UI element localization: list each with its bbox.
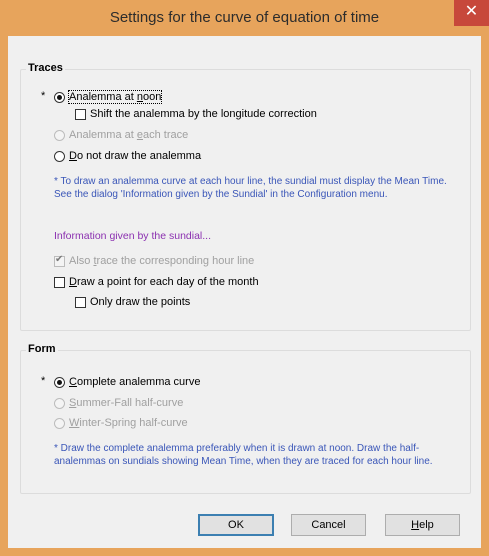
radio-analemma-each-trace[interactable]: Analemma at each trace	[54, 129, 188, 141]
radio-complete-curve[interactable]: Complete analemma curve	[54, 376, 200, 388]
dialog-client-area: Traces * Analemma at noon Shift the anal…	[8, 36, 481, 548]
radio-label: Summer-Fall half-curve	[69, 397, 184, 409]
radio-label: Do not draw the analemma	[69, 150, 202, 162]
close-icon: ✕	[464, 3, 479, 20]
radio-button[interactable]	[54, 150, 65, 162]
help-button[interactable]: Help	[385, 514, 460, 536]
radio-label: Analemma at noon	[67, 90, 163, 104]
radio-button[interactable]	[54, 376, 65, 388]
checkbox-label: Also trace the corresponding hour line	[69, 255, 255, 267]
close-button[interactable]: ✕	[454, 0, 489, 26]
window-title: Settings for the curve of equation of ti…	[109, 9, 380, 26]
checkbox-box[interactable]	[75, 108, 86, 120]
cancel-button[interactable]: Cancel	[291, 514, 366, 536]
checkbox-label: Draw a point for each day of the month	[69, 276, 259, 288]
default-marker: *	[41, 375, 46, 387]
checkbox-draw-point[interactable]: Draw a point for each day of the month	[54, 276, 259, 288]
title-bar[interactable]: Settings for the curve of equation of ti…	[0, 0, 489, 36]
radio-button[interactable]	[54, 129, 65, 141]
radio-winter-spring[interactable]: Winter-Spring half-curve	[54, 417, 188, 429]
traces-legend: Traces	[26, 62, 65, 74]
checkbox-label: Only draw the points	[90, 296, 191, 308]
checkbox-also-trace[interactable]: Also trace the corresponding hour line	[54, 254, 255, 267]
radio-analemma-noon[interactable]: Analemma at noon	[54, 90, 163, 104]
checkbox-shift-longitude[interactable]: Shift the analemma by the longitude corr…	[75, 108, 317, 120]
form-legend: Form	[26, 343, 58, 355]
checkbox-box[interactable]	[75, 296, 86, 308]
radio-button[interactable]	[54, 91, 65, 103]
radio-button[interactable]	[54, 417, 65, 429]
radio-label: Complete analemma curve	[69, 376, 201, 388]
information-sundial-link[interactable]: Information given by the sundial...	[54, 230, 211, 242]
ok-button[interactable]: OK	[198, 514, 274, 536]
radio-label: Analemma at each trace	[69, 129, 189, 141]
radio-label: Winter-Spring half-curve	[69, 417, 188, 429]
checkbox-label: Shift the analemma by the longitude corr…	[90, 108, 317, 120]
form-note: * Draw the complete analemma preferably …	[54, 443, 433, 467]
radio-summer-fall[interactable]: Summer-Fall half-curve	[54, 397, 183, 409]
checkbox-box[interactable]	[54, 276, 65, 288]
traces-note: * To draw an analemma curve at each hour…	[54, 176, 447, 200]
checkbox-only-points[interactable]: Only draw the points	[75, 296, 190, 308]
radio-do-not-draw[interactable]: Do not draw the analemma	[54, 150, 201, 162]
dialog-window: Settings for the curve of equation of ti…	[0, 0, 489, 556]
checkbox-box[interactable]	[54, 254, 65, 267]
radio-button[interactable]	[54, 397, 65, 409]
default-marker: *	[41, 90, 46, 102]
